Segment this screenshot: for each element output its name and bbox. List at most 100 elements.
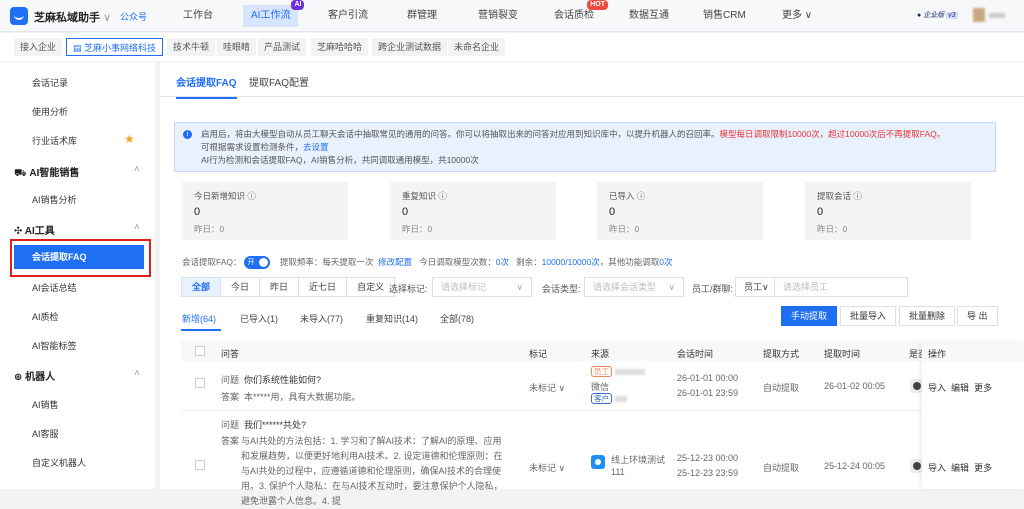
account-link[interactable]: 公众号	[120, 10, 147, 23]
answer-text: 本*****用，具有大数据功能。	[244, 392, 361, 402]
info-icon: i	[183, 130, 192, 139]
sidebar-item-chat-records[interactable]: 会话记录	[32, 76, 68, 89]
session-end: 26-01-01 23:59	[677, 388, 739, 398]
company-chip[interactable]: 芝麻哈哈哈	[311, 38, 369, 56]
main-panel: 会话提取FAQ 提取FAQ配置 i 启用后，将由大模型自动从员工聊天会话中抽取常…	[160, 62, 1024, 506]
robot-icon: ⊕	[14, 372, 26, 383]
nav-customer[interactable]: 客户引流	[320, 5, 376, 27]
chevron-down-icon: ∨	[516, 282, 523, 292]
row-checkbox[interactable]	[195, 378, 205, 388]
modify-config-link[interactable]: 修改配置	[378, 257, 412, 267]
company-chip[interactable]: 未命名企业	[448, 38, 506, 56]
nav-data[interactable]: 数据互通	[621, 5, 677, 27]
range-all[interactable]: 全部	[182, 278, 222, 296]
batch-import-button[interactable]: 批量导入	[840, 306, 897, 326]
nav-marketing[interactable]: 营销裂变	[470, 5, 526, 27]
edit-link[interactable]: 编辑	[951, 463, 969, 473]
sidebar-item-ai-summary[interactable]: AI会话总结	[32, 281, 77, 294]
date-range-selector: 全部 今日 昨日 近七日 自定义	[181, 277, 396, 297]
sidebar-group-ai-sales[interactable]: ⛟ AI智能销售 ˄	[14, 164, 140, 181]
info-alert: i 启用后，将由大模型自动从员工聊天会话中抽取常见的通用的问答。你可以将抽取出来…	[174, 122, 996, 172]
stat-card-duplicate: 重复知识 ⓘ 0 昨日：0	[390, 182, 556, 240]
tab-faq-extract[interactable]: 会话提取FAQ	[176, 74, 237, 99]
company-chip[interactable]: 哇眼睛	[217, 38, 257, 56]
mark-dropdown[interactable]: 未标记 ∨	[529, 461, 565, 474]
batch-delete-button[interactable]: 批量删除	[899, 306, 956, 326]
sidebar-group-robot[interactable]: ⊕ 机器人 ˄	[14, 368, 140, 383]
faq-toggle[interactable]: 开	[243, 256, 270, 270]
nav-more[interactable]: 更多 ∨	[774, 5, 820, 27]
import-link[interactable]: 导入	[928, 463, 946, 473]
session-start: 25-12-23 00:00	[677, 453, 739, 463]
sidebar-item-ai-service[interactable]: AI客服	[32, 427, 59, 440]
mark-dropdown[interactable]: 未标记 ∨	[529, 381, 565, 394]
subtab-imported[interactable]: 已导入(1)	[240, 312, 278, 325]
chevron-up-icon: ˄	[134, 222, 140, 233]
range-7days[interactable]: 近七日	[299, 278, 348, 296]
subtab-not-imported[interactable]: 未导入(77)	[300, 312, 343, 325]
header-mark: 标记	[529, 349, 548, 359]
sidebar-item-usage[interactable]: 使用分析	[32, 105, 68, 118]
type-label: 会话类型:	[542, 284, 581, 294]
range-custom[interactable]: 自定义	[347, 278, 394, 296]
subtab-new[interactable]: 新增(64)	[182, 312, 216, 325]
subtab-all[interactable]: 全部(78)	[440, 312, 474, 325]
company-chip-active[interactable]: ▤ 芝麻小事网络科技	[66, 38, 164, 56]
user-name[interactable]	[989, 13, 1005, 18]
sidebar: 会话记录 使用分析 行业话术库 ★ ⛟ AI智能销售 ˄ AI销售分析 ✣ AI工具…	[0, 62, 155, 489]
subtab-duplicate[interactable]: 重复知识(14)	[366, 312, 418, 325]
edition-badge: ● 企业版 v3	[917, 12, 958, 19]
more-link[interactable]: 更多	[974, 383, 992, 393]
settings-line: 会话提取FAQ：开 提取频率：每天提取一次 修改配置 今日调取模型次数：0次 剩…	[182, 256, 673, 270]
sidebar-group-ai-tools[interactable]: ✣ AI工具 ˄	[14, 222, 140, 237]
company-chip[interactable]: 技术牛顿	[167, 38, 216, 56]
sidebar-item-faq-extract[interactable]: 会话提取FAQ	[14, 245, 144, 269]
user-avatar[interactable]	[973, 8, 985, 22]
subtab-underline	[181, 329, 221, 331]
sidebar-item-ai-qc[interactable]: AI质检	[32, 310, 59, 323]
answer-text: 与AI共处的方法包括：1. 学习和了解AI技术：了解AI的原理、应用和发展趋势，…	[241, 436, 503, 506]
nav-group[interactable]: 群管理	[399, 5, 445, 27]
hot-badge: HOT	[587, 0, 608, 10]
session-start: 26-01-01 00:00	[677, 373, 739, 383]
brand-name[interactable]: 芝麻私域助手 ∨	[34, 9, 111, 25]
staff-name-blurred	[614, 368, 645, 375]
row-checkbox[interactable]	[195, 460, 205, 470]
select-all-checkbox[interactable]	[195, 346, 205, 356]
export-button[interactable]: 导 出	[957, 306, 998, 326]
company-chip[interactable]: 接入企业	[14, 38, 63, 56]
import-link[interactable]: 导入	[928, 383, 946, 393]
staff-type-select[interactable]: 员工∨	[735, 277, 775, 297]
sidebar-item-ai-sales-bot[interactable]: AI销售	[32, 398, 59, 411]
sidebar-item-ai-sales-analysis[interactable]: AI销售分析	[32, 193, 77, 206]
top-bar: 芝麻私域助手 ∨ 公众号 工作台 AI工作流 AI 客户引流 群管理 营销裂变 会…	[0, 0, 1024, 32]
range-yesterday[interactable]: 昨日	[260, 278, 300, 296]
question-text: 我们******共处?	[244, 420, 307, 430]
more-link[interactable]: 更多	[974, 463, 992, 473]
staff-select[interactable]: 请选择员工	[774, 277, 908, 297]
session-type-select[interactable]: 请选择会话类型 ∨	[584, 277, 684, 297]
range-today[interactable]: 今日	[221, 278, 261, 296]
sidebar-item-scripts[interactable]: 行业话术库 ★	[32, 132, 135, 147]
extract-method: 自动提取	[763, 463, 800, 473]
nav-workbench[interactable]: 工作台	[175, 5, 221, 27]
nav-crm[interactable]: 销售CRM	[695, 5, 754, 27]
stat-card-imported: 已导入 ⓘ 0 昨日：0	[597, 182, 763, 240]
cart-icon: ⛟	[14, 168, 30, 179]
nav-quality[interactable]: 会话质检 HOT	[546, 0, 608, 27]
mark-select[interactable]: 请选择标记 ∨	[432, 277, 532, 297]
edit-link[interactable]: 编辑	[951, 383, 969, 393]
manual-extract-button[interactable]: 手动提取	[781, 306, 838, 326]
company-chip[interactable]: 产品测试	[258, 38, 307, 56]
ai-badge: AI	[291, 0, 305, 10]
stat-card-sessions: 提取会话 ⓘ 0 昨日：0	[805, 182, 971, 240]
header-extract-time: 提取时间	[824, 349, 861, 359]
sidebar-item-ai-tags[interactable]: AI智能标签	[32, 339, 77, 352]
company-chip[interactable]: 跨企业测试数据	[372, 38, 448, 56]
tab-faq-config[interactable]: 提取FAQ配置	[249, 74, 309, 89]
source-channel: 微信	[591, 382, 610, 392]
nav-ai-workflow[interactable]: AI工作流 AI	[243, 0, 305, 27]
go-settings-link[interactable]: 去设置	[303, 142, 329, 152]
sidebar-item-custom-bot[interactable]: 自定义机器人	[32, 456, 86, 469]
source-group-id: 111	[611, 467, 625, 477]
